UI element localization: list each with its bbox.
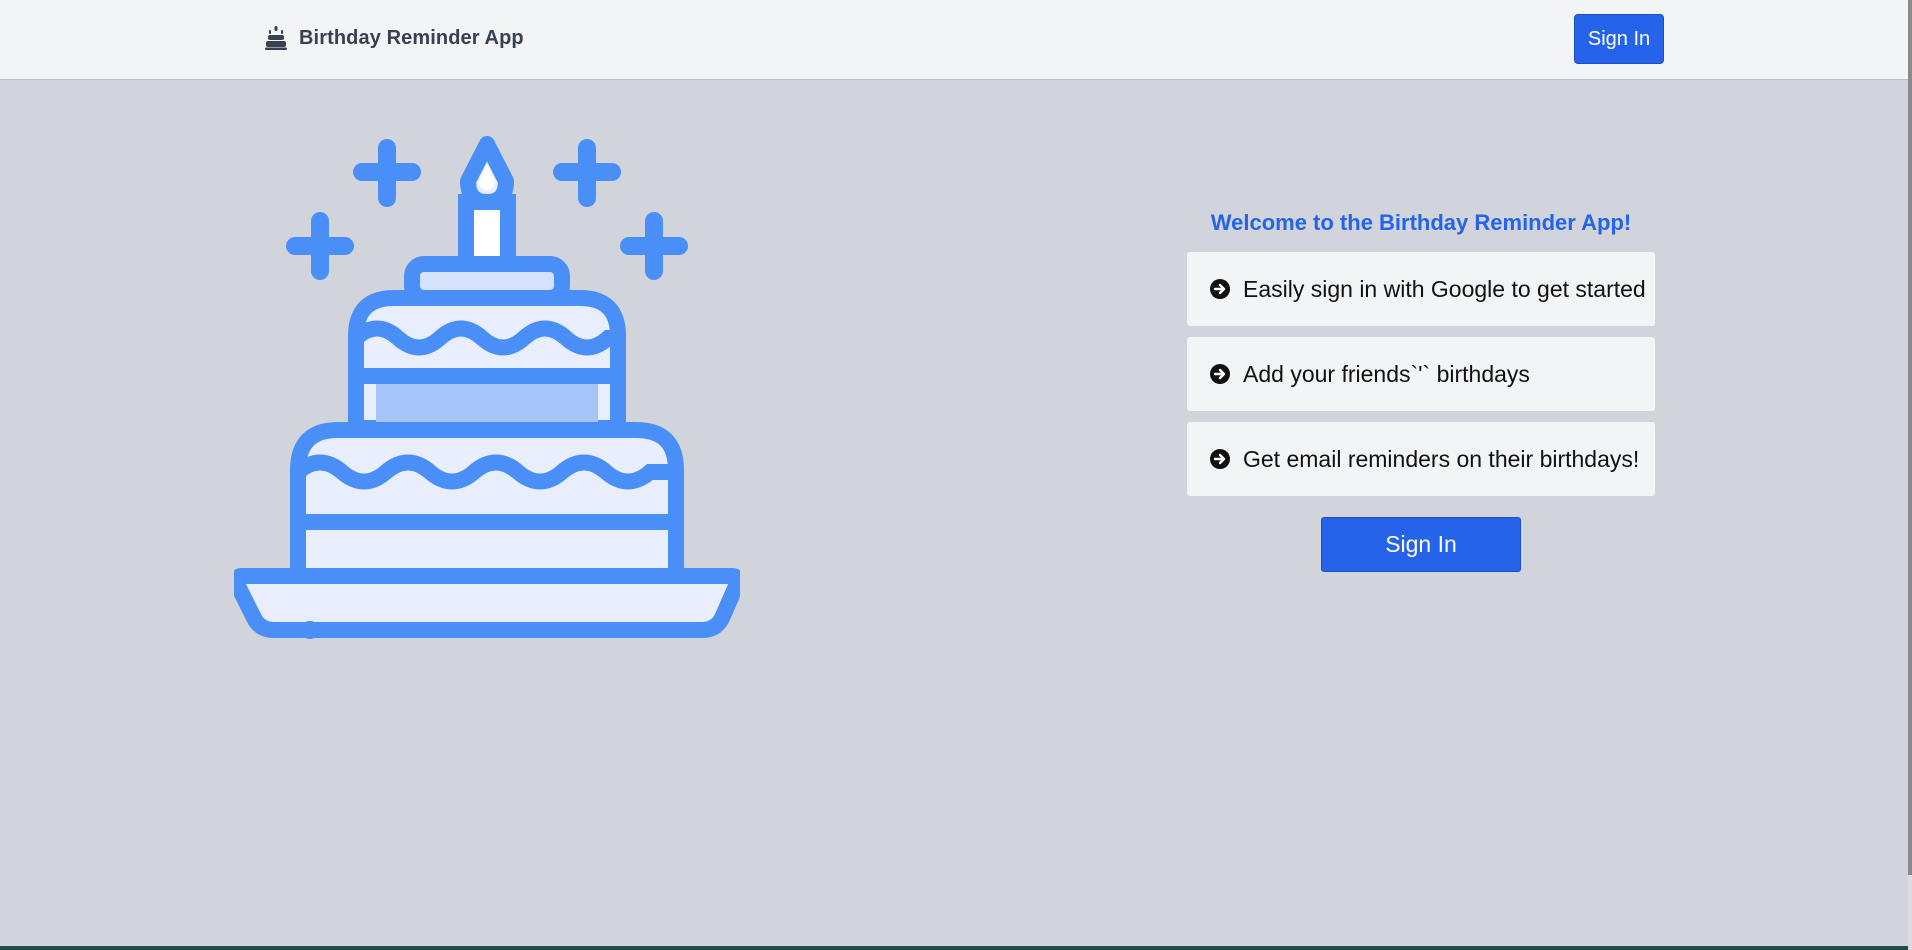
scrollbar[interactable] [1908, 0, 1912, 950]
feature-text: Easily sign in with Google to get starte… [1243, 275, 1646, 302]
feature-text: Add your friends`'` birthdays [1243, 360, 1530, 387]
nav-sign-in-button[interactable]: Sign In [1574, 14, 1664, 64]
arrow-circle-right-icon [1210, 449, 1230, 469]
cake-icon [265, 26, 287, 50]
feature-sign-in: Easily sign in with Google to get starte… [1187, 252, 1655, 326]
feature-text: Get email reminders on their birthdays! [1243, 445, 1640, 472]
brand-name: Birthday Reminder App [299, 26, 524, 49]
scrollbar-thumb[interactable] [1908, 0, 1912, 875]
page: Birthday Reminder App Sign In Welcome to… [0, 0, 1912, 950]
sign-in-button[interactable]: Sign In [1321, 517, 1521, 572]
navbar: Birthday Reminder App Sign In [0, 0, 1908, 80]
brand[interactable]: Birthday Reminder App [265, 26, 524, 50]
arrow-circle-right-icon [1210, 364, 1230, 384]
feature-email-reminders: Get email reminders on their birthdays! [1187, 422, 1655, 496]
bottom-edge [0, 946, 1908, 950]
arrow-circle-right-icon [1210, 279, 1230, 299]
feature-add-birthdays: Add your friends`'` birthdays [1187, 337, 1655, 411]
birthday-cake-icon [234, 136, 740, 639]
welcome-title: Welcome to the Birthday Reminder App! [1210, 210, 1632, 235]
